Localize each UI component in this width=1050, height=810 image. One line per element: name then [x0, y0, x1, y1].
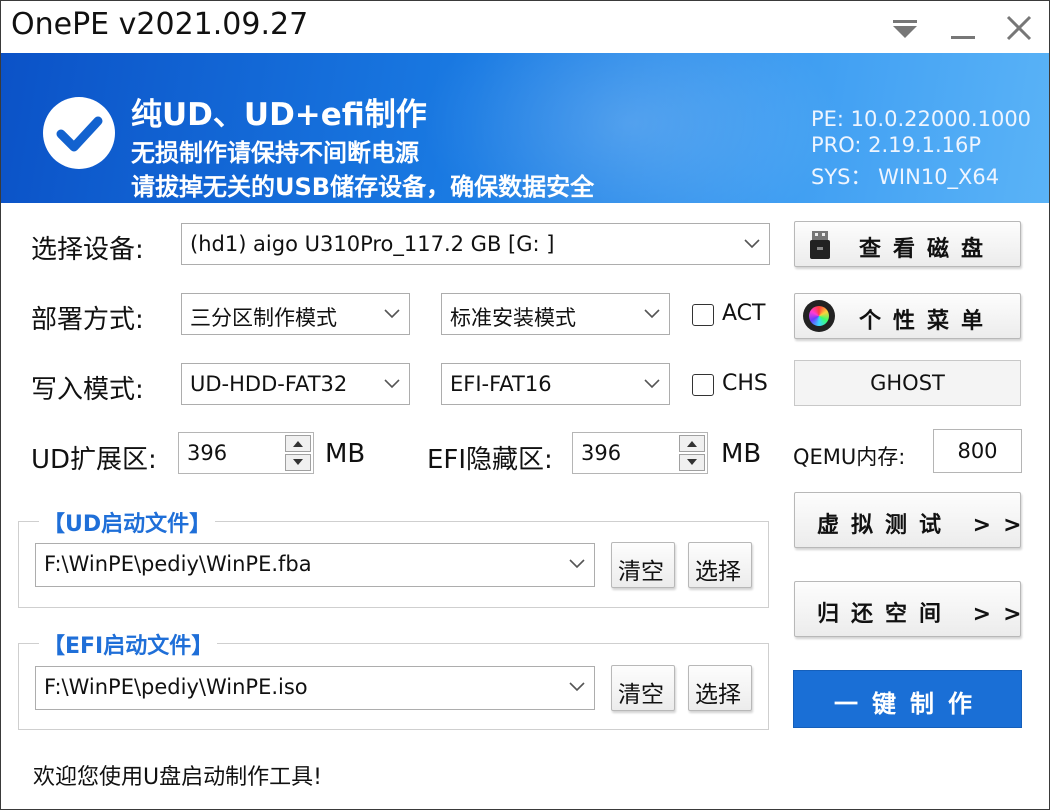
menu-dropdown-icon[interactable]	[885, 11, 925, 47]
qemu-memory-value: 800	[957, 439, 998, 463]
ud-clear-label: 清空	[618, 559, 664, 585]
ud-choose-button[interactable]: 选择	[688, 542, 752, 588]
install-mode-select[interactable]: 标准安装模式	[441, 293, 670, 335]
deploy-label: 部署方式:	[31, 305, 144, 335]
restore-space-label: 归还空间 >>	[817, 602, 1034, 627]
pro-version: PRO: 2.19.1.16P	[811, 133, 982, 157]
restore-space-button[interactable]: 归还空间 >>	[794, 581, 1022, 637]
efi-hidden-label: EFI隐藏区:	[427, 445, 553, 475]
ud-ext-label: UD扩展区:	[31, 445, 157, 475]
chevron-down-icon	[644, 379, 660, 389]
ud-format-value: UD-HDD-FAT32	[190, 372, 348, 396]
device-label: 选择设备:	[31, 235, 144, 265]
custom-menu-button[interactable]: 个性菜单	[794, 293, 1021, 339]
banner-warning-power: 无损制作请保持不间断电源	[131, 139, 419, 167]
app-window: OnePE v2021.09.27 纯UD、UD+efi制作 无损制作请保持不间…	[0, 0, 1050, 810]
efi-format-value: EFI-FAT16	[450, 372, 552, 396]
chevron-down-icon	[644, 309, 660, 319]
vm-test-button[interactable]: 虚拟测试 >>	[794, 492, 1022, 548]
device-value: (hd1) aigo U310Pro_117.2 GB [G: ]	[190, 232, 555, 256]
efi-boot-file-select[interactable]: F:\WinPE\pediy\WinPE.iso	[35, 666, 595, 710]
stepper-up-icon[interactable]	[679, 435, 705, 452]
chevron-down-icon	[384, 309, 400, 319]
act-checkbox[interactable]	[692, 304, 714, 326]
efi-hidden-value: 396	[581, 441, 622, 465]
efi-hidden-stepper[interactable]: 396	[572, 432, 708, 474]
ud-boot-file-select[interactable]: F:\WinPE\pediy\WinPE.fba	[35, 543, 595, 587]
device-select[interactable]: (hd1) aigo U310Pro_117.2 GB [G: ]	[181, 223, 770, 265]
ud-ext-stepper[interactable]: 396	[178, 432, 314, 474]
deploy-mode-value: 三分区制作模式	[190, 306, 337, 330]
view-disk-button[interactable]: 查看磁盘	[794, 221, 1021, 267]
stepper-up-icon[interactable]	[285, 435, 311, 452]
window-title: OnePE v2021.09.27	[11, 7, 309, 42]
efi-hidden-unit: MB	[721, 439, 762, 469]
deploy-mode-select[interactable]: 三分区制作模式	[181, 293, 410, 335]
efi-boot-file-value: F:\WinPE\pediy\WinPE.iso	[44, 675, 308, 699]
one-click-make-label: 一键制作	[834, 690, 986, 718]
chs-checkbox[interactable]	[692, 374, 714, 396]
ud-format-select[interactable]: UD-HDD-FAT32	[181, 363, 410, 405]
chevron-down-icon	[569, 559, 585, 569]
ud-choose-label: 选择	[695, 559, 741, 585]
chevron-down-icon	[569, 682, 585, 692]
write-mode-label: 写入模式:	[31, 375, 144, 405]
usb-drive-icon	[810, 231, 830, 259]
sys-version: SYS： WIN10_X64	[811, 165, 1000, 189]
stepper-down-icon[interactable]	[679, 454, 705, 471]
install-mode-value: 标准安装模式	[450, 306, 576, 330]
ghost-label: GHOST	[870, 371, 945, 395]
minimize-icon[interactable]	[943, 11, 983, 47]
title-bar: OnePE v2021.09.27	[1, 1, 1049, 53]
efi-choose-button[interactable]: 选择	[688, 665, 752, 711]
view-disk-label: 查看磁盘	[859, 237, 996, 262]
act-label: ACT	[722, 301, 766, 326]
vm-test-label: 虚拟测试 >>	[817, 513, 1034, 538]
chevron-down-icon	[384, 379, 400, 389]
custom-menu-label: 个性菜单	[859, 309, 996, 334]
efi-choose-label: 选择	[695, 682, 741, 708]
color-wheel-icon	[803, 300, 835, 332]
chs-label: CHS	[722, 371, 768, 396]
stepper-down-icon[interactable]	[285, 454, 311, 471]
qemu-memory-input[interactable]: 800	[933, 429, 1022, 473]
ud-clear-button[interactable]: 清空	[611, 542, 675, 588]
pe-version: PE: 10.0.22000.1000	[811, 107, 1032, 131]
ud-boot-title: 【UD启动文件】	[39, 506, 216, 538]
banner-title: 纯UD、UD+efi制作	[131, 97, 427, 133]
close-icon[interactable]	[999, 11, 1039, 47]
efi-clear-button[interactable]: 清空	[611, 665, 675, 711]
banner-warning-usb: 请拔掉无关的USB储存设备，确保数据安全	[131, 173, 595, 201]
checkmark-icon	[43, 97, 115, 169]
efi-format-select[interactable]: EFI-FAT16	[441, 363, 670, 405]
ud-ext-value: 396	[187, 441, 228, 465]
ud-ext-unit: MB	[325, 439, 366, 469]
status-text: 欢迎您使用U盘启动制作工具!	[33, 765, 322, 790]
qemu-memory-label: QEMU内存:	[793, 445, 906, 469]
chevron-down-icon	[744, 239, 760, 249]
one-click-make-button[interactable]: 一键制作	[793, 670, 1022, 728]
ghost-button[interactable]: GHOST	[794, 360, 1021, 406]
efi-clear-label: 清空	[618, 682, 664, 708]
efi-boot-title: 【EFI启动文件】	[39, 628, 218, 660]
ud-boot-file-value: F:\WinPE\pediy\WinPE.fba	[44, 552, 312, 576]
header-banner: 纯UD、UD+efi制作 无损制作请保持不间断电源 请拔掉无关的USB储存设备，…	[1, 53, 1049, 203]
